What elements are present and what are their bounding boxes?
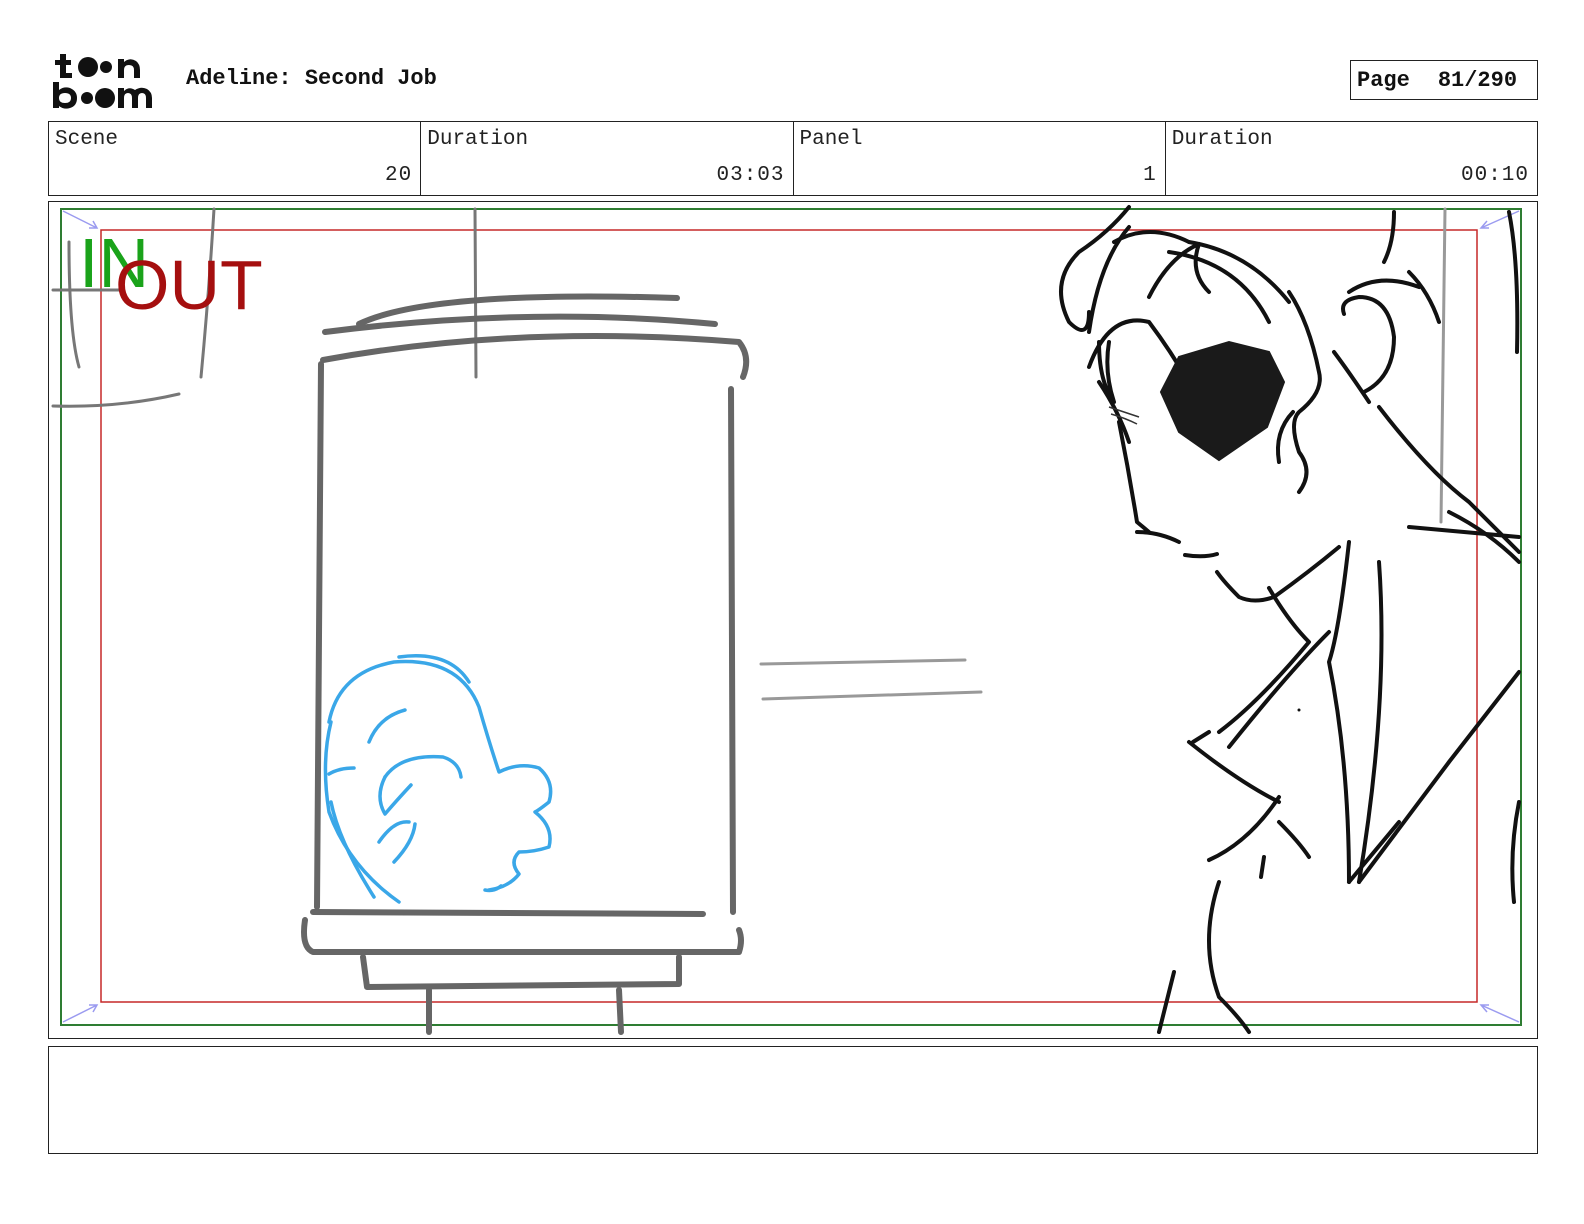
panel-duration-value: 00:10 bbox=[1460, 164, 1529, 187]
panel-notes-box[interactable] bbox=[48, 1046, 1538, 1154]
corner-arrows bbox=[62, 210, 1520, 1023]
scene-value: 20 bbox=[385, 164, 413, 187]
scene-duration-cell: Duration 03:03 bbox=[421, 122, 794, 195]
toon-boom-logo bbox=[50, 50, 165, 112]
panel-cell: Panel 1 bbox=[794, 122, 1166, 195]
motion-lines bbox=[759, 658, 983, 701]
small-dot bbox=[1297, 708, 1301, 712]
storyboard-panel: IN OUT bbox=[48, 201, 1538, 1039]
panel-duration-label: Duration bbox=[1171, 128, 1273, 151]
panel-info-row: Scene 20 Duration 03:03 Panel 1 Duration… bbox=[48, 121, 1538, 196]
scene-duration-label: Duration bbox=[427, 128, 529, 151]
panel-duration-cell: Duration 00:10 bbox=[1166, 122, 1537, 195]
page-indicator: Page 81/290 bbox=[1350, 60, 1538, 100]
scene-label: Scene bbox=[55, 128, 119, 151]
camera-frame-red bbox=[100, 229, 1478, 1003]
panel-value: 1 bbox=[1143, 164, 1157, 187]
out-marker: OUT bbox=[115, 246, 263, 324]
scene-cell: Scene 20 bbox=[49, 122, 422, 195]
panel-label: Panel bbox=[799, 128, 863, 151]
panel-sketch bbox=[51, 205, 1522, 1035]
eyepatch-shape bbox=[1159, 340, 1286, 462]
easel-board-sketch bbox=[301, 293, 750, 1035]
camera-frame-green bbox=[60, 208, 1522, 1026]
page-label: Page bbox=[1357, 67, 1410, 93]
blue-figure-sketch bbox=[323, 654, 553, 904]
character-sketch bbox=[1059, 205, 1521, 1034]
page-number: 81/290 bbox=[1437, 67, 1518, 93]
scene-duration-value: 03:03 bbox=[716, 164, 785, 187]
project-title: Adeline: Second Job bbox=[186, 66, 437, 91]
